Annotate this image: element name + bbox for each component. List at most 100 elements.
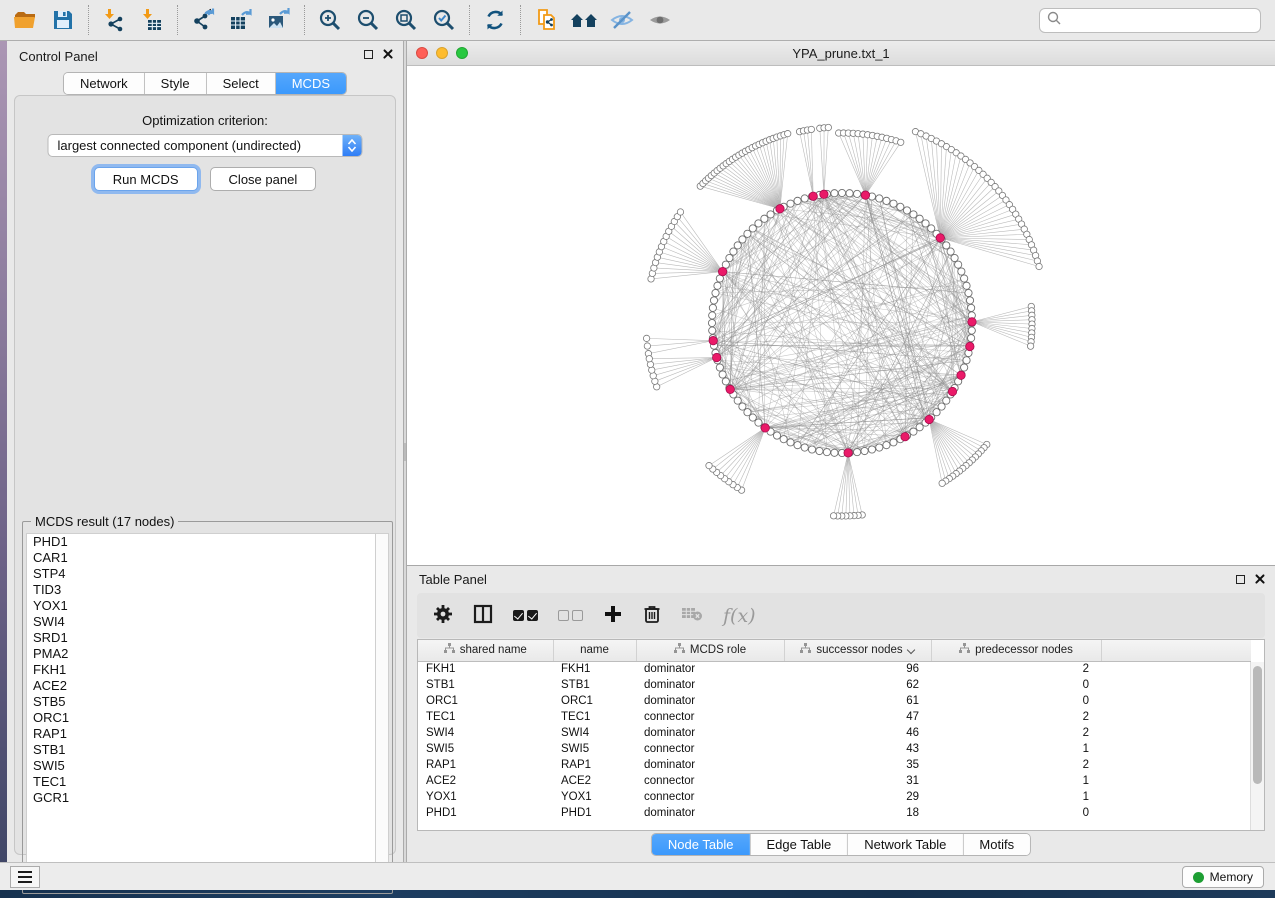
add-column-button[interactable] <box>603 604 623 627</box>
table-row[interactable]: ACE2ACE2connector311 <box>418 773 1251 789</box>
zoom-selected-button[interactable] <box>427 4 461 36</box>
close-panel-icon[interactable] <box>383 49 393 59</box>
mcds-result-item[interactable]: PHD1 <box>27 534 375 550</box>
column-header-predecessor-nodes[interactable]: predecessor nodes <box>931 640 1101 661</box>
mcds-list-scrollbar[interactable] <box>375 533 389 890</box>
table-row[interactable]: SWI5SWI5connector431 <box>418 741 1251 757</box>
table-row[interactable]: YOX1YOX1connector291 <box>418 789 1251 805</box>
search-input[interactable] <box>1062 13 1254 27</box>
tab-network-table[interactable]: Network Table <box>848 834 963 855</box>
select-all-columns-button[interactable] <box>513 610 538 621</box>
table-row[interactable]: FKH1FKH1dominator962 <box>418 661 1251 677</box>
float-panel-icon[interactable] <box>1236 575 1245 584</box>
optimization-criterion-label: Optimization criterion: <box>15 113 395 128</box>
mcds-result-item[interactable]: STP4 <box>27 566 375 582</box>
float-panel-icon[interactable] <box>364 50 373 59</box>
mcds-result-item[interactable]: TID3 <box>27 582 375 598</box>
delete-table-button[interactable] <box>681 605 703 626</box>
table-row[interactable]: SWI4SWI4dominator462 <box>418 725 1251 741</box>
mcds-result-item[interactable]: STB5 <box>27 694 375 710</box>
criterion-dropdown[interactable]: largest connected component (undirected) <box>48 134 363 157</box>
open-session-button[interactable] <box>8 4 42 36</box>
mcds-result-item[interactable]: SRD1 <box>27 630 375 646</box>
tab-motifs[interactable]: Motifs <box>963 834 1030 855</box>
mcds-result-item[interactable]: YOX1 <box>27 598 375 614</box>
table-cell: 2 <box>931 757 1101 773</box>
mcds-result-item[interactable]: RAP1 <box>27 726 375 742</box>
mcds-result-group-title: MCDS result (17 nodes) <box>31 514 178 529</box>
mcds-result-item[interactable]: TEC1 <box>27 774 375 790</box>
table-cell: 31 <box>784 773 931 789</box>
mcds-result-item[interactable]: CAR1 <box>27 550 375 566</box>
close-panel-icon[interactable] <box>1255 574 1265 584</box>
mcds-result-item[interactable]: ACE2 <box>27 678 375 694</box>
refresh-view-button[interactable] <box>478 4 512 36</box>
table-row[interactable]: RAP1RAP1dominator352 <box>418 757 1251 773</box>
mcds-result-item[interactable]: FKH1 <box>27 662 375 678</box>
table-cell-filler <box>1101 805 1251 821</box>
mcds-result-item[interactable]: SWI4 <box>27 614 375 630</box>
mcds-result-item[interactable]: ORC1 <box>27 710 375 726</box>
mcds-result-group: MCDS result (17 nodes) PHD1CAR1STP4TID3Y… <box>22 521 393 894</box>
mcds-result-item[interactable]: GCR1 <box>27 790 375 806</box>
import-network-button[interactable] <box>97 4 131 36</box>
table-row[interactable]: TEC1TEC1connector472 <box>418 709 1251 725</box>
export-table-button[interactable] <box>224 4 258 36</box>
checked-box-icon <box>513 610 524 621</box>
table-cell-filler <box>1101 677 1251 693</box>
table-cell: dominator <box>636 661 784 677</box>
show-column-panel-button[interactable] <box>473 604 493 627</box>
zoom-out-button[interactable] <box>351 4 385 36</box>
node-table-container: shared name name MCDS role successor nod… <box>417 639 1265 831</box>
table-cell: FKH1 <box>418 661 553 677</box>
tab-select[interactable]: Select <box>207 73 276 94</box>
table-settings-button[interactable] <box>433 604 453 627</box>
clone-network-button[interactable] <box>529 4 563 36</box>
column-header-name[interactable]: name <box>553 640 636 661</box>
tab-edge-table[interactable]: Edge Table <box>750 834 848 855</box>
table-row[interactable]: ORC1ORC1dominator610 <box>418 693 1251 709</box>
mcds-result-item[interactable]: STB1 <box>27 742 375 758</box>
splitter-grip[interactable] <box>404 443 406 461</box>
network-canvas[interactable] <box>407 66 1275 565</box>
desktop-edge-left <box>0 41 7 890</box>
table-row[interactable]: STB1STB1dominator620 <box>418 677 1251 693</box>
save-session-button[interactable] <box>46 4 80 36</box>
table-row[interactable]: PHD1PHD1dominator180 <box>418 805 1251 821</box>
table-cell: YOX1 <box>553 789 636 805</box>
column-header-mcds-role[interactable]: MCDS role <box>636 640 784 661</box>
column-header-successor-nodes[interactable]: successor nodes <box>784 640 931 661</box>
close-panel-button[interactable]: Close panel <box>210 167 317 191</box>
tab-network[interactable]: Network <box>64 73 145 94</box>
mcds-result-item[interactable]: SWI5 <box>27 758 375 774</box>
memory-status-button[interactable]: Memory <box>1182 866 1264 888</box>
first-neighbors-button[interactable] <box>567 4 601 36</box>
network-window-titlebar[interactable]: YPA_prune.txt_1 <box>407 41 1275 66</box>
column-header-shared-name[interactable]: shared name <box>418 640 553 661</box>
zoom-fit-button[interactable] <box>389 4 423 36</box>
tab-node-table[interactable]: Node Table <box>652 834 751 855</box>
mcds-result-list: PHD1CAR1STP4TID3YOX1SWI4SRD1PMA2FKH1ACE2… <box>26 533 375 890</box>
run-mcds-button[interactable]: Run MCDS <box>94 167 198 191</box>
import-table-button[interactable] <box>135 4 169 36</box>
tab-mcds[interactable]: MCDS <box>276 73 346 94</box>
task-history-button[interactable] <box>10 866 40 888</box>
table-scrollbar-thumb[interactable] <box>1253 666 1262 784</box>
delete-column-button[interactable] <box>643 604 661 627</box>
gear-icon <box>433 604 453 627</box>
clone-network-icon <box>533 7 559 33</box>
show-all-button[interactable] <box>643 4 677 36</box>
zoom-in-button[interactable] <box>313 4 347 36</box>
mcds-result-item[interactable]: PMA2 <box>27 646 375 662</box>
hide-selected-button[interactable] <box>605 4 639 36</box>
deselect-all-columns-button[interactable] <box>558 610 583 621</box>
tab-style[interactable]: Style <box>145 73 207 94</box>
main-toolbar <box>0 0 1275 41</box>
table-cell: RAP1 <box>553 757 636 773</box>
table-scrollbar[interactable] <box>1250 662 1264 830</box>
export-table-icon <box>228 7 254 33</box>
export-image-button[interactable] <box>262 4 296 36</box>
trash-icon <box>643 604 661 627</box>
function-builder-button[interactable]: f(x) <box>723 605 756 627</box>
export-network-button[interactable] <box>186 4 220 36</box>
